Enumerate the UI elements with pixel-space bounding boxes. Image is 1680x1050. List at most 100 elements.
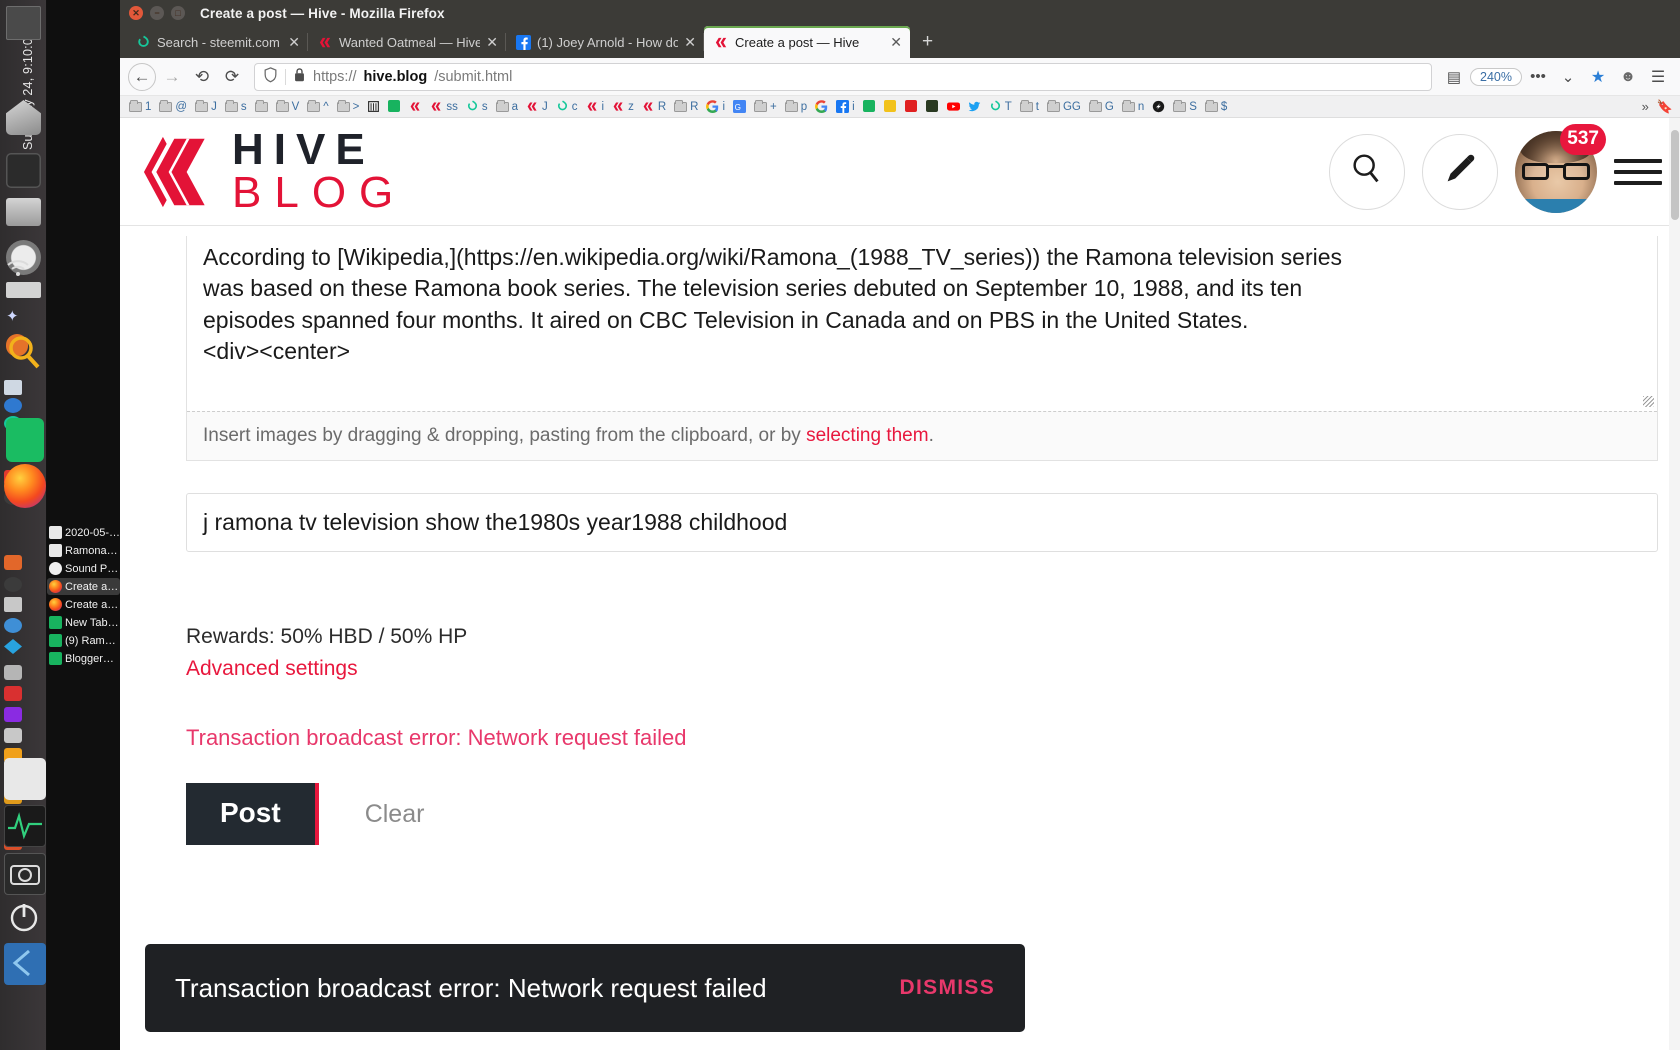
- bookmark-item-19[interactable]: R: [670, 99, 702, 113]
- window-list[interactable]: 2020-05-… Ramona… Sound P… Create a… Cre…: [47, 0, 120, 1050]
- bookmark-item-23[interactable]: p: [781, 99, 811, 113]
- terminal-icon[interactable]: [6, 153, 41, 188]
- minimize-window-button[interactable]: −: [150, 6, 164, 20]
- bookmark-item-29[interactable]: [922, 100, 943, 113]
- heart-icon[interactable]: [4, 686, 22, 701]
- ellipsis-icon[interactable]: •••: [1524, 63, 1552, 91]
- search-button[interactable]: [1329, 133, 1405, 210]
- bookmarks-icon[interactable]: 🔖: [1657, 99, 1673, 115]
- bookmark-item-12[interactable]: s: [462, 100, 492, 113]
- bookmark-item-36[interactable]: n: [1118, 99, 1148, 113]
- bookmark-item-33[interactable]: t: [1016, 99, 1043, 113]
- vlc-icon[interactable]: [4, 728, 22, 743]
- bookmark-item-4[interactable]: [251, 99, 272, 112]
- bookmark-item-7[interactable]: >: [333, 99, 364, 113]
- bookmark-item-34[interactable]: GG: [1043, 99, 1085, 113]
- keyboard-icon[interactable]: [4, 707, 22, 722]
- display-icon[interactable]: [6, 282, 41, 298]
- blue-arrow-icon[interactable]: [4, 943, 46, 985]
- close-tab-button[interactable]: ✕: [684, 35, 696, 49]
- files-icon[interactable]: [6, 198, 41, 226]
- zoom-level-indicator[interactable]: 240%: [1470, 67, 1522, 86]
- tab-strip[interactable]: Search - steemit.com ✕ Wanted Oatmeal — …: [120, 26, 1680, 58]
- bookmark-item-18[interactable]: R: [638, 100, 670, 113]
- tab-steemit-search[interactable]: Search - steemit.com ✕: [126, 26, 308, 58]
- wave-icon[interactable]: [4, 805, 46, 847]
- reader-view-icon[interactable]: ▤: [1440, 63, 1468, 91]
- wifi-icon[interactable]: [6, 258, 41, 280]
- bookmark-item-10[interactable]: [405, 100, 426, 113]
- bookmark-item-11[interactable]: ss: [426, 100, 462, 113]
- close-window-button[interactable]: ✕: [129, 6, 143, 20]
- tab-joey-arnold-facebook[interactable]: (1) Joey Arnold - How do ✕: [506, 26, 704, 58]
- scrollbar-thumb[interactable]: [1671, 130, 1679, 220]
- bookmark-item-9[interactable]: [384, 100, 405, 113]
- url-bar[interactable]: https:// hive.blog/submit.html: [254, 62, 1433, 91]
- bookmark-item-28[interactable]: [901, 100, 922, 113]
- window-item-4[interactable]: Create a…: [47, 596, 120, 613]
- tags-input[interactable]: j ramona tv television show the1980s yea…: [186, 493, 1658, 552]
- new-tab-button[interactable]: +: [910, 26, 945, 58]
- clear-button[interactable]: Clear: [319, 800, 425, 829]
- bookmark-item-25[interactable]: i: [832, 100, 859, 113]
- camera-icon[interactable]: [4, 853, 46, 895]
- window-item-3[interactable]: Create a…: [47, 578, 120, 595]
- letter-a2-icon[interactable]: [4, 577, 22, 592]
- window-item-5[interactable]: New Tab…: [47, 614, 120, 631]
- bookmark-item-0[interactable]: 1: [125, 99, 155, 113]
- user-avatar-button[interactable]: 537: [1515, 123, 1606, 213]
- account-icon[interactable]: ☻: [1614, 63, 1642, 91]
- window-item-6[interactable]: (9) Ram…: [47, 632, 120, 649]
- hive-logo[interactable]: HIVE BLOG: [142, 128, 406, 214]
- document-icon[interactable]: [4, 380, 22, 395]
- bookmark-item-31[interactable]: [964, 100, 985, 113]
- bookmark-item-35[interactable]: G: [1085, 99, 1118, 113]
- inkscape-icon[interactable]: [6, 100, 41, 135]
- hamburger-menu-icon[interactable]: ☰: [1644, 63, 1672, 91]
- notification-badge[interactable]: 537: [1560, 123, 1606, 155]
- audio-icon[interactable]: [4, 665, 22, 680]
- green-notes-icon[interactable]: [6, 418, 44, 462]
- advanced-settings-link[interactable]: Advanced settings: [186, 657, 1662, 681]
- window-item-1[interactable]: Ramona…: [47, 542, 120, 559]
- bluetooth-icon[interactable]: ✦: [6, 307, 19, 325]
- tab-wanted-oatmeal[interactable]: Wanted Oatmeal — Hive ✕: [308, 26, 506, 58]
- bookmark-item-2[interactable]: J: [191, 99, 221, 113]
- bookmark-item-8[interactable]: [363, 100, 384, 113]
- bookmark-item-37[interactable]: [1148, 100, 1169, 113]
- window-item-0[interactable]: 2020-05-…: [47, 524, 120, 541]
- bookmark-item-16[interactable]: i: [582, 100, 609, 113]
- back-arrow-icon[interactable]: ←: [128, 62, 156, 91]
- maximize-window-button[interactable]: □: [171, 6, 185, 20]
- magnifier-icon[interactable]: [4, 332, 46, 374]
- network-icon[interactable]: [4, 398, 22, 413]
- bookmark-item-26[interactable]: [859, 100, 880, 113]
- chrome-icon[interactable]: [4, 618, 22, 633]
- post-body-textarea[interactable]: According to [Wikipedia,](https://en.wik…: [187, 236, 1657, 411]
- star-icon[interactable]: ★: [1584, 63, 1612, 91]
- editor-icon[interactable]: [4, 758, 46, 800]
- close-tab-button[interactable]: ✕: [890, 35, 902, 49]
- history-icon[interactable]: ⟲: [188, 63, 216, 91]
- chevron-right-icon[interactable]: »: [1642, 99, 1649, 114]
- power-icon[interactable]: [4, 897, 46, 939]
- bookmark-item-30[interactable]: [943, 100, 964, 113]
- window-item-7[interactable]: Blogger…: [47, 650, 120, 667]
- reload-icon[interactable]: ⟳: [218, 63, 246, 91]
- bookmark-item-24[interactable]: [811, 100, 832, 113]
- pocket-icon[interactable]: ⌄: [1554, 63, 1582, 91]
- firefox-icon[interactable]: [4, 464, 46, 508]
- tracking-protection-icon[interactable]: [263, 66, 278, 87]
- toast-dismiss-button[interactable]: DISMISS: [900, 976, 995, 1000]
- trash-icon[interactable]: [6, 6, 41, 40]
- forward-arrow-icon[interactable]: →: [158, 63, 186, 91]
- close-tab-button[interactable]: ✕: [288, 35, 300, 49]
- bookmarks-overflow[interactable]: » 🔖: [1642, 99, 1680, 115]
- window-item-2[interactable]: Sound P…: [47, 560, 120, 577]
- close-tab-button[interactable]: ✕: [486, 35, 498, 49]
- post-button[interactable]: Post: [186, 783, 319, 845]
- compose-post-button[interactable]: [1422, 133, 1498, 210]
- bookmark-item-27[interactable]: [880, 100, 901, 113]
- textarea-scrollbar[interactable]: [1644, 233, 1653, 403]
- page-scrollbar[interactable]: [1669, 118, 1680, 1050]
